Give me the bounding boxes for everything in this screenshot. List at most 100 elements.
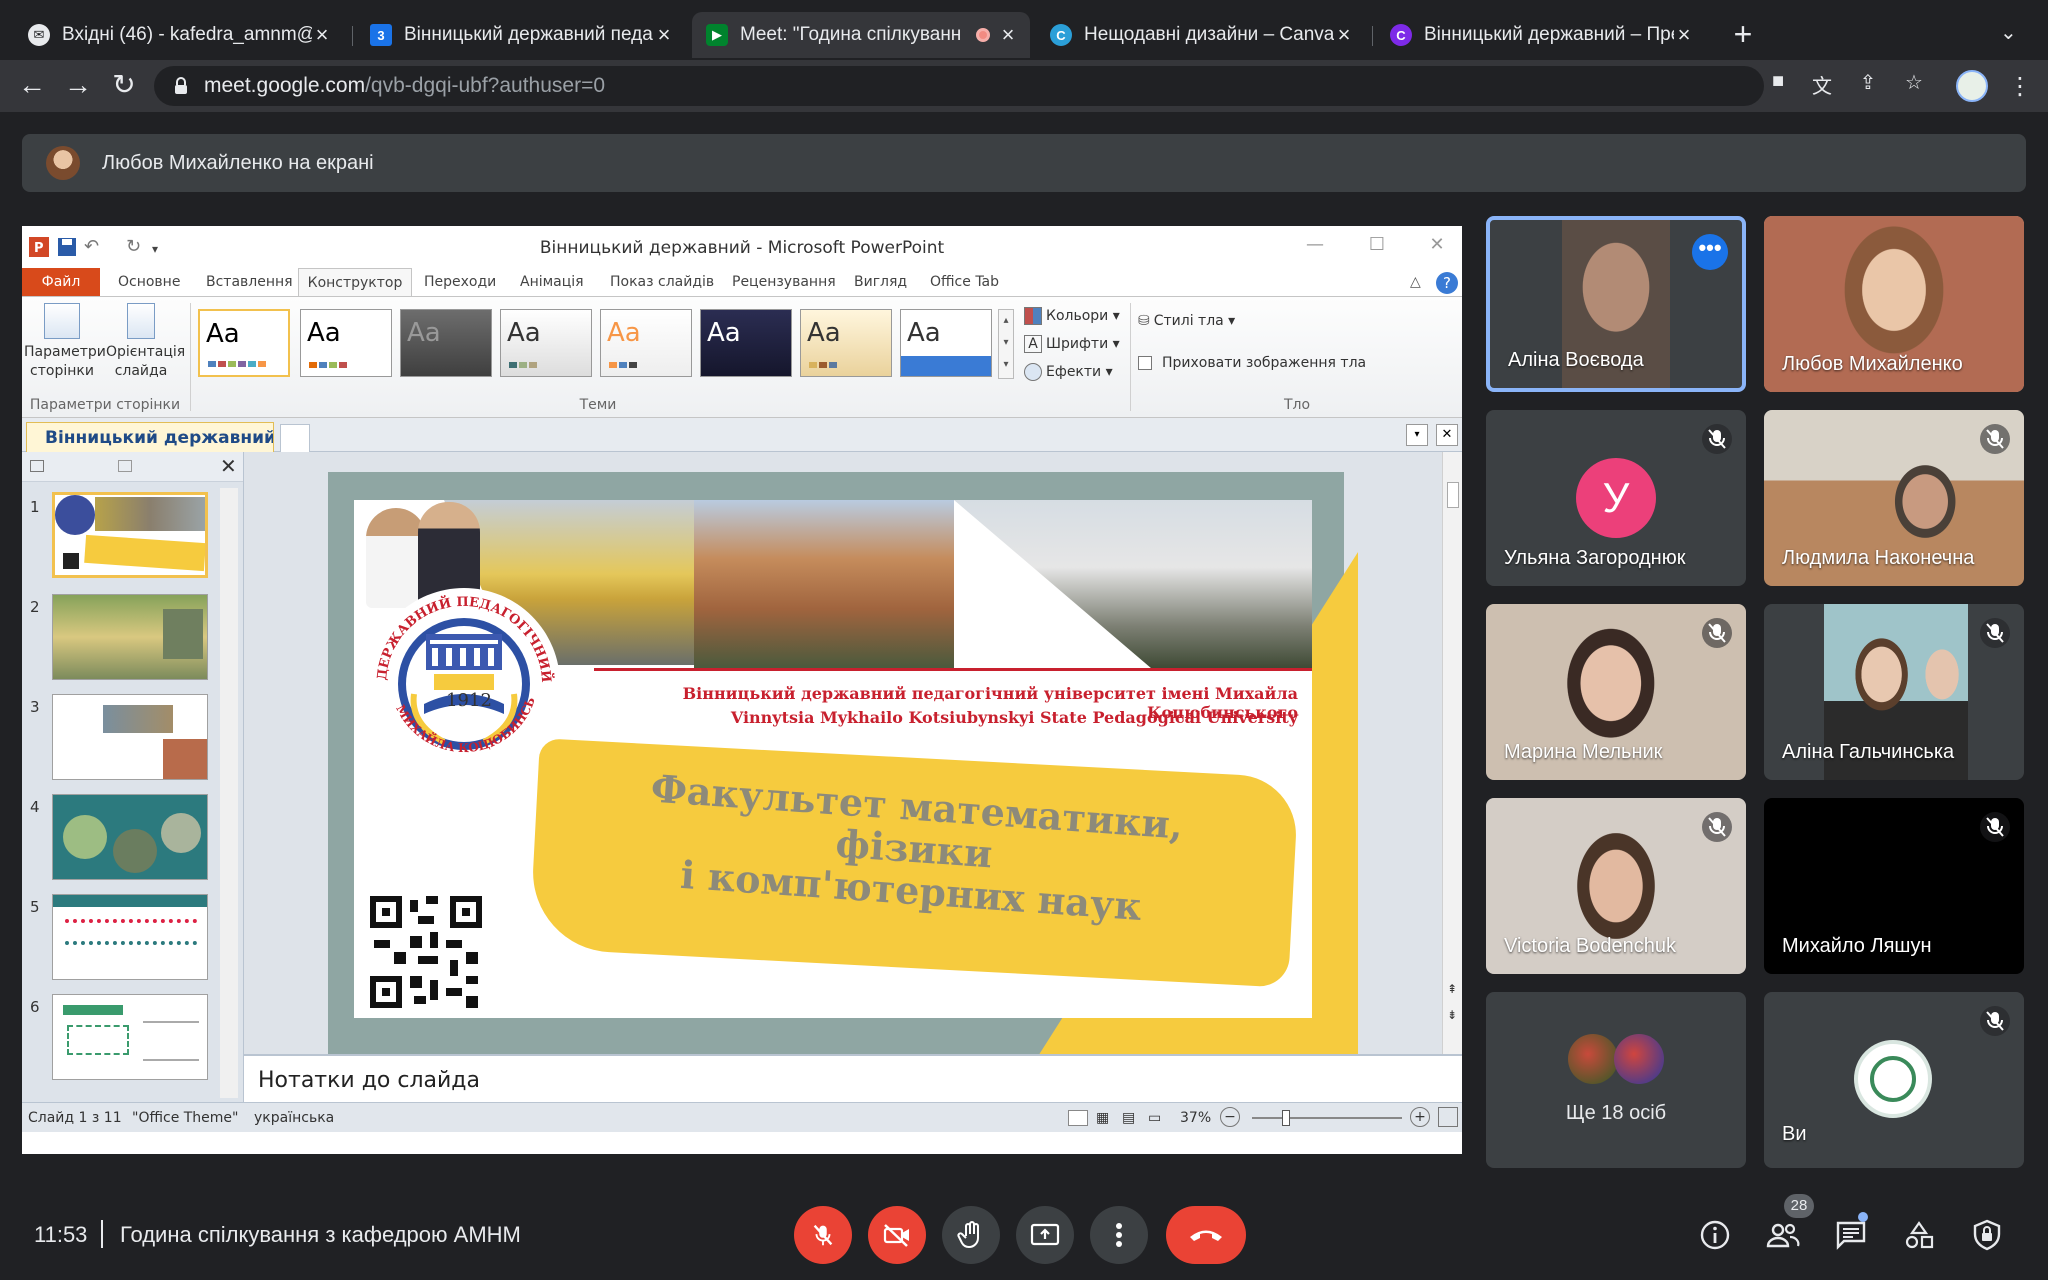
normal-view-icon[interactable] xyxy=(1068,1110,1088,1126)
back-icon[interactable]: ← xyxy=(14,68,50,104)
slide-thumbnail-2[interactable] xyxy=(52,594,208,680)
activities-button[interactable] xyxy=(1896,1212,1942,1258)
document-tab[interactable]: Вінницький державний × xyxy=(26,422,274,452)
themes-scroll[interactable]: ▴ ▾ ▾ xyxy=(998,309,1014,379)
close-icon[interactable]: × xyxy=(998,22,1018,48)
zoom-in-icon[interactable]: + xyxy=(1410,1107,1430,1127)
language[interactable]: українська xyxy=(254,1110,334,1126)
fit-to-window-icon[interactable] xyxy=(1438,1107,1458,1127)
tab-home[interactable]: Основне xyxy=(114,268,184,296)
share-icon[interactable]: ⇪ xyxy=(1856,70,1880,94)
slide-sorter-icon[interactable]: ▦ xyxy=(1096,1110,1109,1126)
outline-view-icon[interactable] xyxy=(118,460,132,472)
scroll-thumb[interactable] xyxy=(1447,482,1459,508)
theme-3[interactable]: Aa xyxy=(400,309,492,377)
zoom-slider-thumb[interactable] xyxy=(1282,1110,1290,1126)
effects-dropdown[interactable]: Ефекти ▾ xyxy=(1024,363,1113,381)
slideshow-icon[interactable]: ▭ xyxy=(1148,1110,1161,1126)
background-styles-dropdown[interactable]: ⛁ Стилі тла ▾ xyxy=(1138,313,1235,329)
slide-thumbnail-6[interactable] xyxy=(52,994,208,1080)
minimize-icon[interactable]: — xyxy=(1300,234,1330,258)
participant-tile[interactable]: Аліна Гальчинська xyxy=(1764,604,2024,780)
next-slide-icon[interactable]: ⇟ xyxy=(1447,1008,1457,1022)
microphone-toggle-button[interactable] xyxy=(794,1206,852,1264)
maximize-icon[interactable]: ☐ xyxy=(1362,234,1392,258)
reading-view-icon[interactable]: ▤ xyxy=(1122,1110,1135,1126)
slide-orientation-button[interactable]: Орієнтація слайда xyxy=(106,303,185,381)
page-setup-button[interactable]: Параметри сторінки xyxy=(24,303,106,381)
slide-thumbnail-3[interactable] xyxy=(52,694,208,780)
theme-2[interactable]: Aa xyxy=(300,309,392,377)
notes-pane[interactable]: Нотатки до слайда xyxy=(244,1054,1462,1102)
close-icon[interactable]: × xyxy=(654,22,674,48)
collapse-ribbon-icon[interactable]: △ xyxy=(1410,274,1421,290)
colors-dropdown[interactable]: Кольори ▾ xyxy=(1024,307,1120,325)
new-document-tab[interactable] xyxy=(280,424,310,452)
browser-tab-gmail[interactable]: ✉ Вхідні (46) - kafedra_amnm@v × xyxy=(14,12,344,58)
participant-tile[interactable]: Михайло Ляшун xyxy=(1764,798,2024,974)
browser-tab-meet[interactable]: ▶ Meet: "Година спілкуванн × xyxy=(692,12,1030,58)
browser-tab-canva-2[interactable]: C Вінницький державний – Пре × xyxy=(1376,12,1706,58)
tab-office-tab[interactable]: Office Tab xyxy=(926,268,1003,296)
address-bar[interactable]: meet.google.com/qvb-dgqi-ubf?authuser=0 xyxy=(154,66,1764,106)
theme-7[interactable]: Aa xyxy=(800,309,892,377)
reload-icon[interactable]: ↻ xyxy=(106,68,142,104)
more-participants-tile[interactable]: Ще 18 осіб xyxy=(1486,992,1746,1168)
translate-icon[interactable]: 文 xyxy=(1810,70,1834,98)
tab-animations[interactable]: Анімація xyxy=(516,268,588,296)
zoom-slider[interactable] xyxy=(1252,1110,1402,1126)
participant-tile[interactable]: ••• Аліна Воєвода xyxy=(1486,216,1746,392)
zoom-level[interactable]: 37% xyxy=(1180,1110,1211,1126)
forward-icon[interactable]: → xyxy=(60,68,96,104)
tab-transitions[interactable]: Переходи xyxy=(420,268,500,296)
participant-tile[interactable]: У Ульяна Загороднюк xyxy=(1486,410,1746,586)
host-controls-button[interactable] xyxy=(1964,1212,2010,1258)
theme-4[interactable]: Aa xyxy=(500,309,592,377)
tab-search-icon[interactable]: ⌄ xyxy=(2000,20,2017,45)
present-screen-button[interactable] xyxy=(1016,1206,1074,1264)
raise-hand-button[interactable] xyxy=(942,1206,1000,1264)
slide-thumbnail-5[interactable] xyxy=(52,894,208,980)
chrome-menu-icon[interactable]: ⋮ xyxy=(2008,72,2032,101)
more-options-button[interactable]: ••• xyxy=(1692,234,1728,270)
theme-8[interactable]: Aa xyxy=(900,309,992,377)
close-icon[interactable]: ✕ xyxy=(220,454,237,478)
tab-list-icon[interactable]: ▾ xyxy=(1406,424,1428,446)
theme-5[interactable]: Aa xyxy=(600,309,692,377)
end-call-button[interactable] xyxy=(1166,1206,1246,1264)
zoom-out-icon[interactable]: − xyxy=(1220,1107,1240,1127)
slide-canvas[interactable]: ВІННИЦЬКИЙ ДЕРЖАВНИЙ ПЕДАГОГІЧНИЙ УНІВЕР… xyxy=(354,500,1312,1018)
more-options-button[interactable] xyxy=(1090,1206,1148,1264)
tab-insert[interactable]: Вставлення xyxy=(202,268,297,296)
tab-file[interactable]: Файл xyxy=(22,268,100,296)
camera-icon[interactable]: ■ xyxy=(1766,70,1790,92)
previous-slide-icon[interactable]: ⇞ xyxy=(1447,982,1457,996)
bookmark-star-icon[interactable]: ☆ xyxy=(1902,70,1926,94)
camera-toggle-button[interactable] xyxy=(868,1206,926,1264)
people-button[interactable] xyxy=(1760,1212,1806,1258)
close-icon[interactable]: × xyxy=(312,22,332,48)
participant-tile[interactable]: Людмила Наконечна xyxy=(1764,410,2024,586)
close-icon[interactable]: ✕ xyxy=(1422,234,1452,258)
close-icon[interactable]: × xyxy=(1334,22,1354,48)
help-icon[interactable]: ? xyxy=(1436,272,1458,294)
hide-background-checkbox[interactable]: Приховати зображення тла xyxy=(1138,355,1366,371)
tab-design[interactable]: Конструктор xyxy=(298,268,412,298)
close-icon[interactable]: × xyxy=(1674,22,1694,48)
fonts-dropdown[interactable]: A Шрифти ▾ xyxy=(1024,335,1120,353)
browser-tab-canva[interactable]: C Нещодавні дизайни – Canva × xyxy=(1036,12,1366,58)
tab-slideshow[interactable]: Показ слайдів xyxy=(606,268,718,296)
meeting-details-button[interactable] xyxy=(1692,1212,1738,1258)
theme-office[interactable]: Aa xyxy=(198,309,290,377)
slide-thumbnail-4[interactable] xyxy=(52,794,208,880)
thumbnails-scrollbar[interactable] xyxy=(220,488,238,1098)
participant-tile[interactable]: Victoria Bodenchuk xyxy=(1486,798,1746,974)
close-icon[interactable]: ✕ xyxy=(1436,424,1458,446)
self-tile[interactable]: Ви xyxy=(1764,992,2024,1168)
slides-view-icon[interactable] xyxy=(30,460,44,472)
slide-vertical-scrollbar[interactable]: ⇞ ⇟ xyxy=(1442,452,1462,1054)
theme-6[interactable]: Aa xyxy=(700,309,792,377)
participant-tile[interactable]: Любов Михайленко xyxy=(1764,216,2024,392)
tab-view[interactable]: Вигляд xyxy=(850,268,911,296)
tab-review[interactable]: Рецензування xyxy=(728,268,840,296)
